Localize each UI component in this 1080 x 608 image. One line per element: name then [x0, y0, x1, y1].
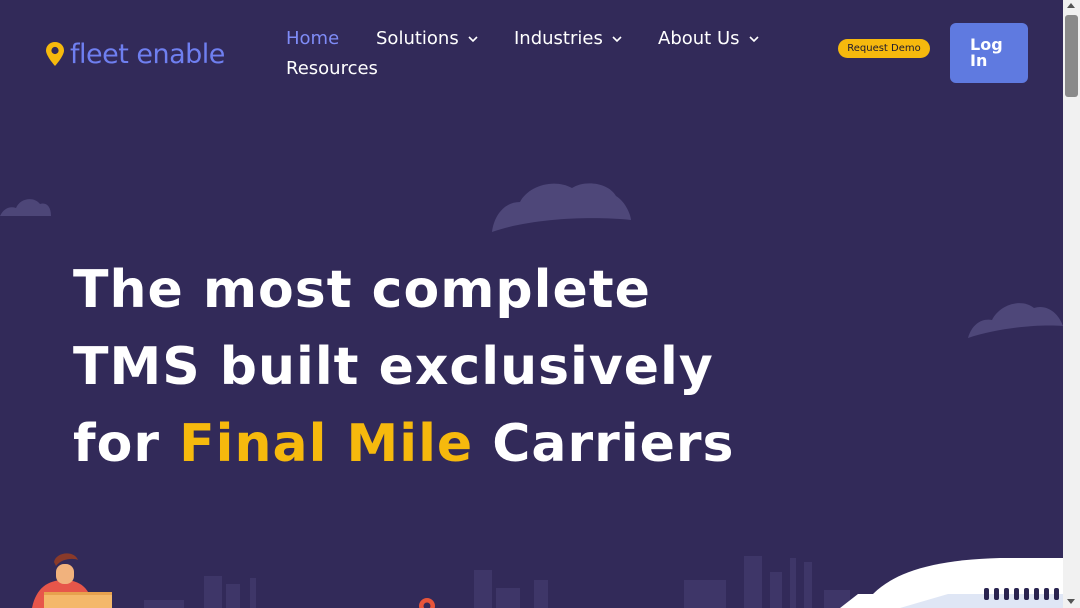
airplane-illustration [840, 558, 1063, 608]
nav-solutions[interactable]: Solutions [376, 28, 478, 49]
chevron-down-icon [748, 35, 759, 42]
login-button[interactable]: Log In [950, 23, 1028, 83]
chevron-down-icon [612, 35, 622, 42]
cloud-decoration [492, 183, 631, 232]
login-label-line2: In [970, 51, 988, 70]
nav-about-label: About Us [658, 28, 740, 49]
nav-industries[interactable]: Industries [514, 28, 622, 49]
hero-line-3-prefix: for [73, 414, 160, 474]
scrollbar-thumb[interactable] [1065, 15, 1078, 97]
map-pin-icon [419, 598, 435, 608]
nav-resources[interactable]: Resources [286, 58, 378, 79]
hero-headline: The most complete TMS built exclusively … [73, 252, 793, 483]
hero-line-3: for Final Mile Carriers [73, 406, 793, 483]
location-pin-icon [46, 42, 64, 66]
cloud-decoration [968, 303, 1063, 338]
chevron-down-icon [468, 35, 478, 42]
cloud-decoration [0, 199, 51, 216]
nav-home-label: Home [286, 28, 340, 49]
brand-logo[interactable]: fleet enable [45, 37, 225, 71]
city-skyline-illustration [32, 553, 1063, 608]
hero-line-2: TMS built exclusively [73, 337, 714, 397]
hero-line-1: The most complete [73, 260, 651, 320]
nav-resources-label: Resources [286, 58, 378, 79]
nav-about-us[interactable]: About Us [658, 28, 759, 49]
delivery-person-illustration [32, 553, 112, 608]
scroll-down-arrow-icon[interactable] [1067, 599, 1075, 604]
hero-line-3-suffix: Carriers [492, 414, 735, 474]
page: fleet enable Home Solutions Industries A… [0, 0, 1063, 608]
nav-solutions-label: Solutions [376, 28, 459, 49]
nav-home[interactable]: Home [286, 28, 339, 49]
nav-industries-label: Industries [514, 28, 603, 49]
request-demo-button[interactable]: Request Demo [838, 39, 930, 58]
scroll-up-arrow-icon[interactable] [1067, 3, 1075, 8]
hero-accent-text: Final Mile [179, 414, 474, 474]
brand-name: fleet enable [70, 38, 225, 70]
vertical-scrollbar[interactable] [1063, 0, 1080, 608]
